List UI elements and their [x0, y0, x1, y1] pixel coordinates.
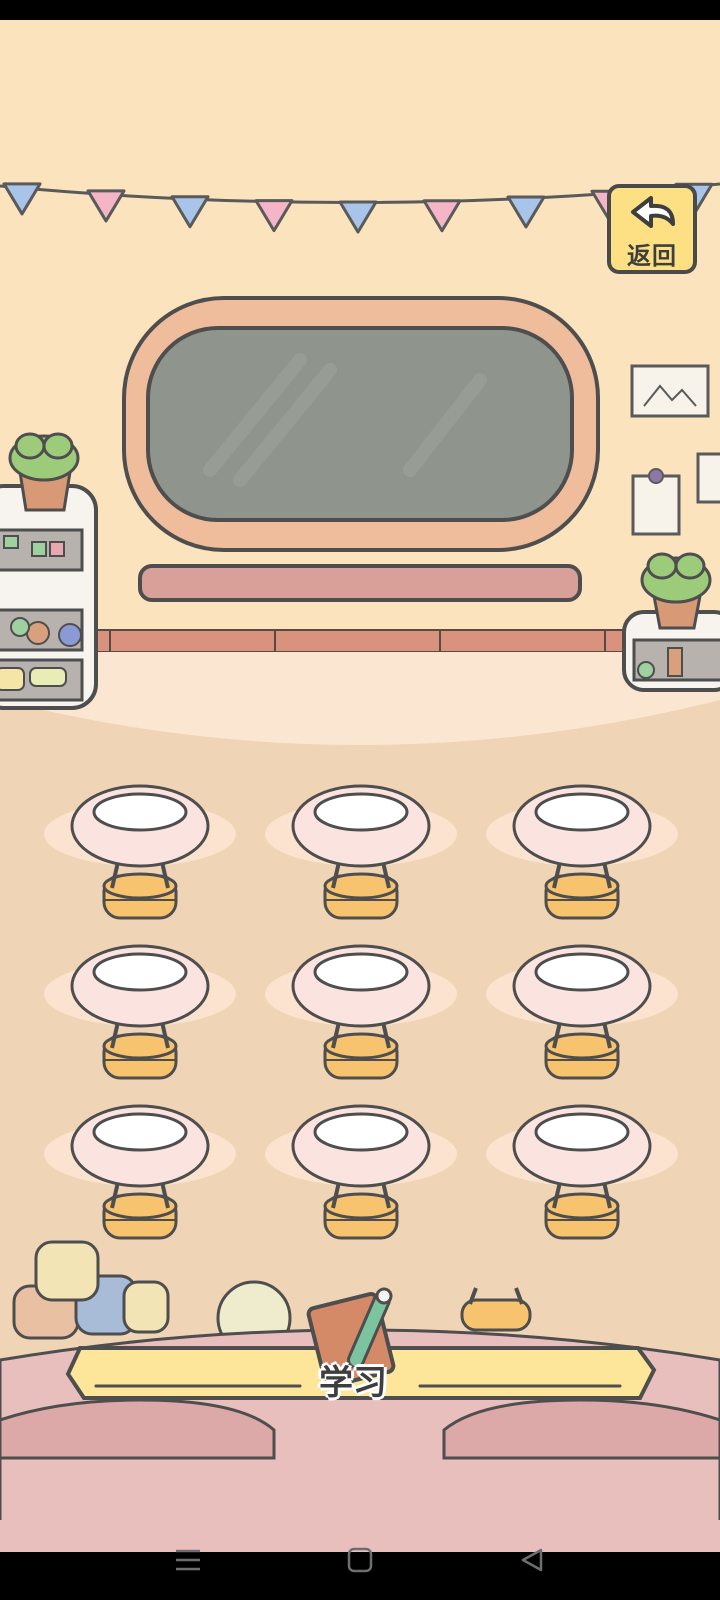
left-shelf — [0, 484, 98, 710]
triangle-back-icon[interactable] — [512, 1540, 552, 1580]
back-button[interactable]: 返回 — [607, 184, 697, 274]
back-button-label: 返回 — [627, 242, 677, 270]
wall-trim — [0, 629, 720, 653]
classroom-scene: 返回 学习 — [0, 0, 720, 1600]
wall-picture — [630, 364, 710, 418]
menu-lines-icon[interactable] — [168, 1540, 208, 1580]
status-bar — [0, 0, 720, 20]
back-arrow-icon — [631, 196, 675, 228]
study-label: 学习 — [319, 1363, 387, 1403]
square-home-icon[interactable] — [340, 1540, 380, 1580]
